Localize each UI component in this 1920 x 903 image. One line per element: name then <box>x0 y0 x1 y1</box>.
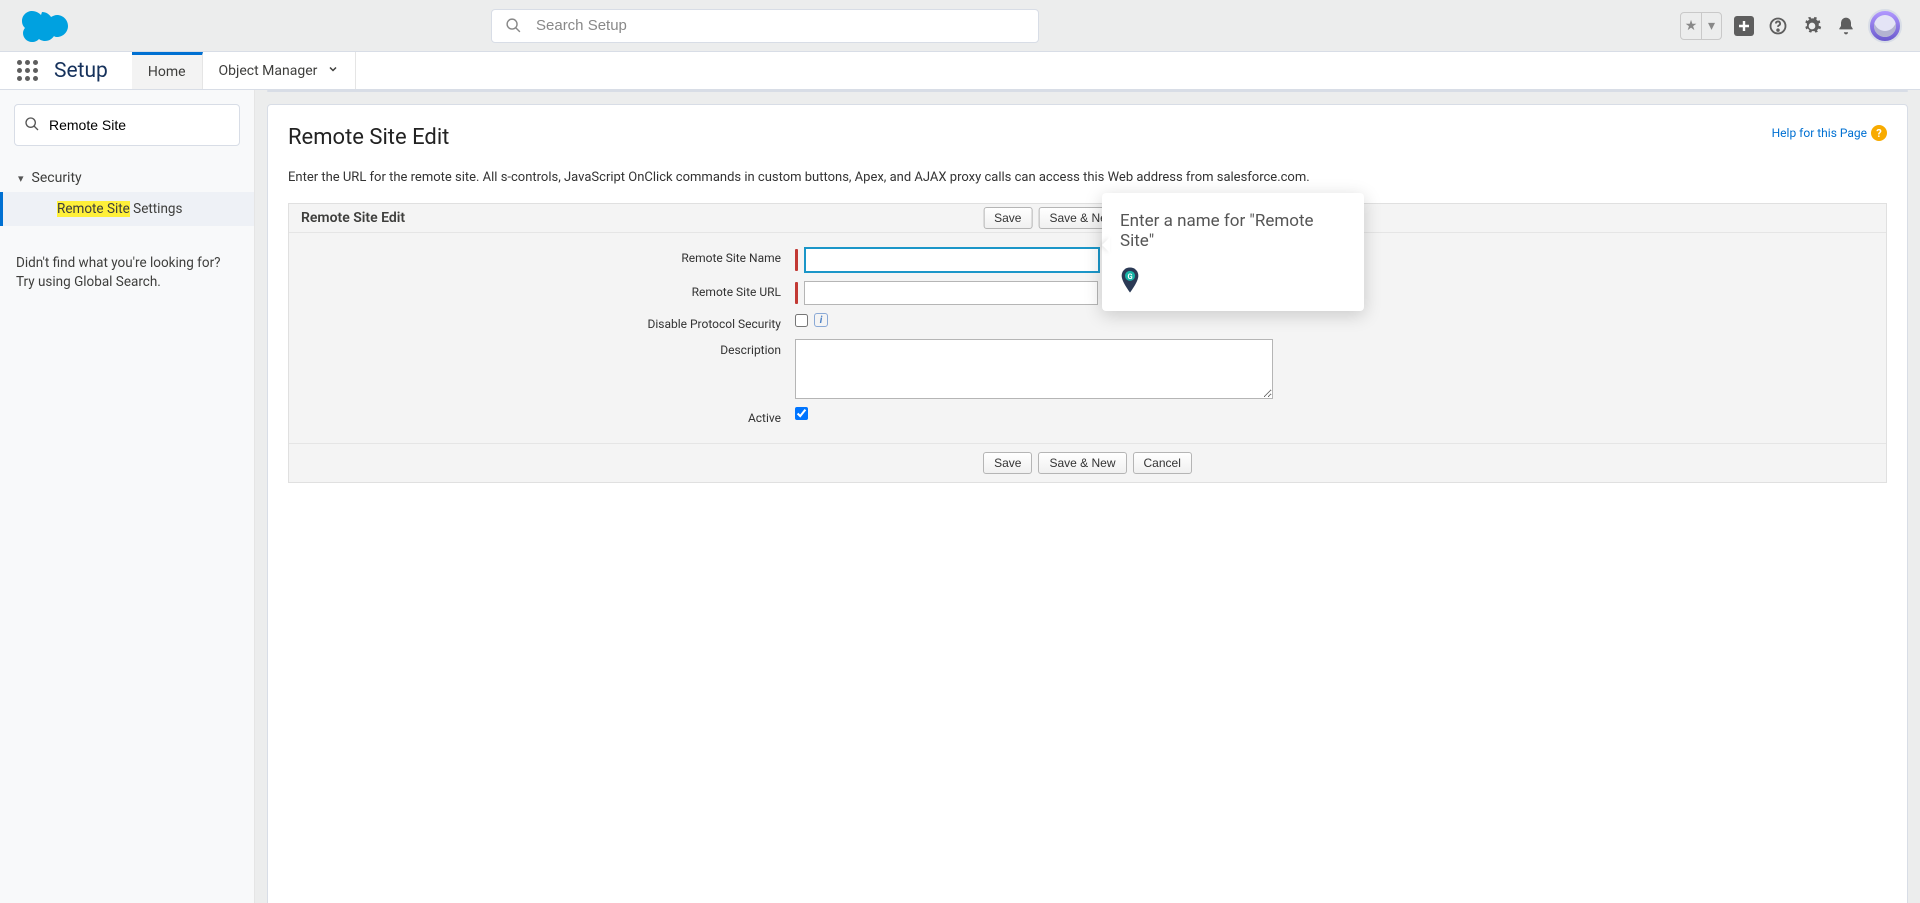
content-title: Remote Site Edit <box>288 125 449 150</box>
setup-sidebar: ▾ Security Remote Site Settings Didn't f… <box>0 90 255 903</box>
page-header-card: SETUP Remote Site Settings <box>267 90 1908 92</box>
app-launcher-icon[interactable] <box>0 52 54 89</box>
header-actions: ★ ▾ <box>1680 9 1902 43</box>
disable-protocol-security-checkbox[interactable] <box>795 314 808 327</box>
sidebar-not-found-text: Didn't find what you're looking for? Try… <box>0 226 254 320</box>
content-card: Remote Site Edit Help for this Page ? En… <box>267 104 1908 903</box>
form-bar-title: Remote Site Edit <box>301 210 405 226</box>
tab-home[interactable]: Home <box>132 52 203 89</box>
field-hint-popover: Enter a name for "Remote Site" G <box>1102 193 1364 311</box>
star-icon: ★ <box>1681 13 1701 39</box>
help-icon: ? <box>1871 125 1887 141</box>
required-indicator <box>795 249 798 271</box>
active-checkbox[interactable] <box>795 407 808 420</box>
avatar[interactable] <box>1868 9 1902 43</box>
label-disable-protocol-security: Disable Protocol Security <box>289 313 795 331</box>
sidebar-section-label: Security <box>32 170 82 186</box>
save-and-new-button[interactable]: Save & New <box>1038 452 1126 474</box>
chevron-down-icon: ▾ <box>1701 13 1721 39</box>
form-card: Remote Site Edit Save Save & New Cancel … <box>288 203 1887 483</box>
tab-object-manager[interactable]: Object Manager <box>203 52 357 89</box>
tab-object-manager-label: Object Manager <box>219 63 318 79</box>
app-name: Setup <box>54 52 132 89</box>
help-icon[interactable] <box>1766 14 1790 38</box>
global-search-input[interactable] <box>491 9 1039 43</box>
global-header: ★ ▾ <box>0 0 1920 52</box>
search-icon <box>505 17 522 38</box>
popover-message: Enter a name for "Remote Site" <box>1120 211 1346 251</box>
remote-site-name-input[interactable] <box>804 247 1100 273</box>
location-pin-icon: G <box>1120 267 1140 293</box>
label-description: Description <box>289 339 795 357</box>
save-button[interactable]: Save <box>983 207 1032 229</box>
sidebar-search-input[interactable] <box>14 104 240 146</box>
bell-icon[interactable] <box>1834 14 1858 38</box>
help-link[interactable]: Help for this Page ? <box>1772 125 1887 141</box>
svg-text:G: G <box>1127 272 1132 281</box>
cancel-button[interactable]: Cancel <box>1133 452 1192 474</box>
global-search-wrapper <box>491 9 1039 43</box>
save-button[interactable]: Save <box>983 452 1032 474</box>
salesforce-logo <box>18 6 76 46</box>
sidebar-item-remote-site-settings[interactable]: Remote Site Settings <box>0 192 254 226</box>
label-remote-site-url: Remote Site URL <box>289 281 795 299</box>
sidebar-item-highlight: Remote Site <box>57 201 130 217</box>
sidebar-item-rest: Settings <box>130 201 183 217</box>
favorites-toggle[interactable]: ★ ▾ <box>1680 12 1722 40</box>
help-link-label: Help for this Page <box>1772 126 1867 140</box>
remote-site-url-input[interactable] <box>804 281 1098 305</box>
app-nav: Setup Home Object Manager <box>0 52 1920 90</box>
search-icon <box>24 116 40 136</box>
info-icon[interactable]: i <box>814 313 828 327</box>
description-textarea[interactable] <box>795 339 1273 399</box>
content-description: Enter the URL for the remote site. All s… <box>288 170 1887 185</box>
label-active: Active <box>289 407 795 425</box>
gear-icon[interactable] <box>1800 14 1824 38</box>
chevron-down-icon <box>327 63 339 79</box>
sidebar-section-security[interactable]: ▾ Security <box>0 164 254 192</box>
chevron-down-icon: ▾ <box>18 172 24 185</box>
main-panel: SETUP Remote Site Settings Remote Site E… <box>255 90 1920 903</box>
required-indicator <box>795 282 798 304</box>
add-icon[interactable] <box>1732 14 1756 38</box>
label-remote-site-name: Remote Site Name <box>289 247 795 265</box>
